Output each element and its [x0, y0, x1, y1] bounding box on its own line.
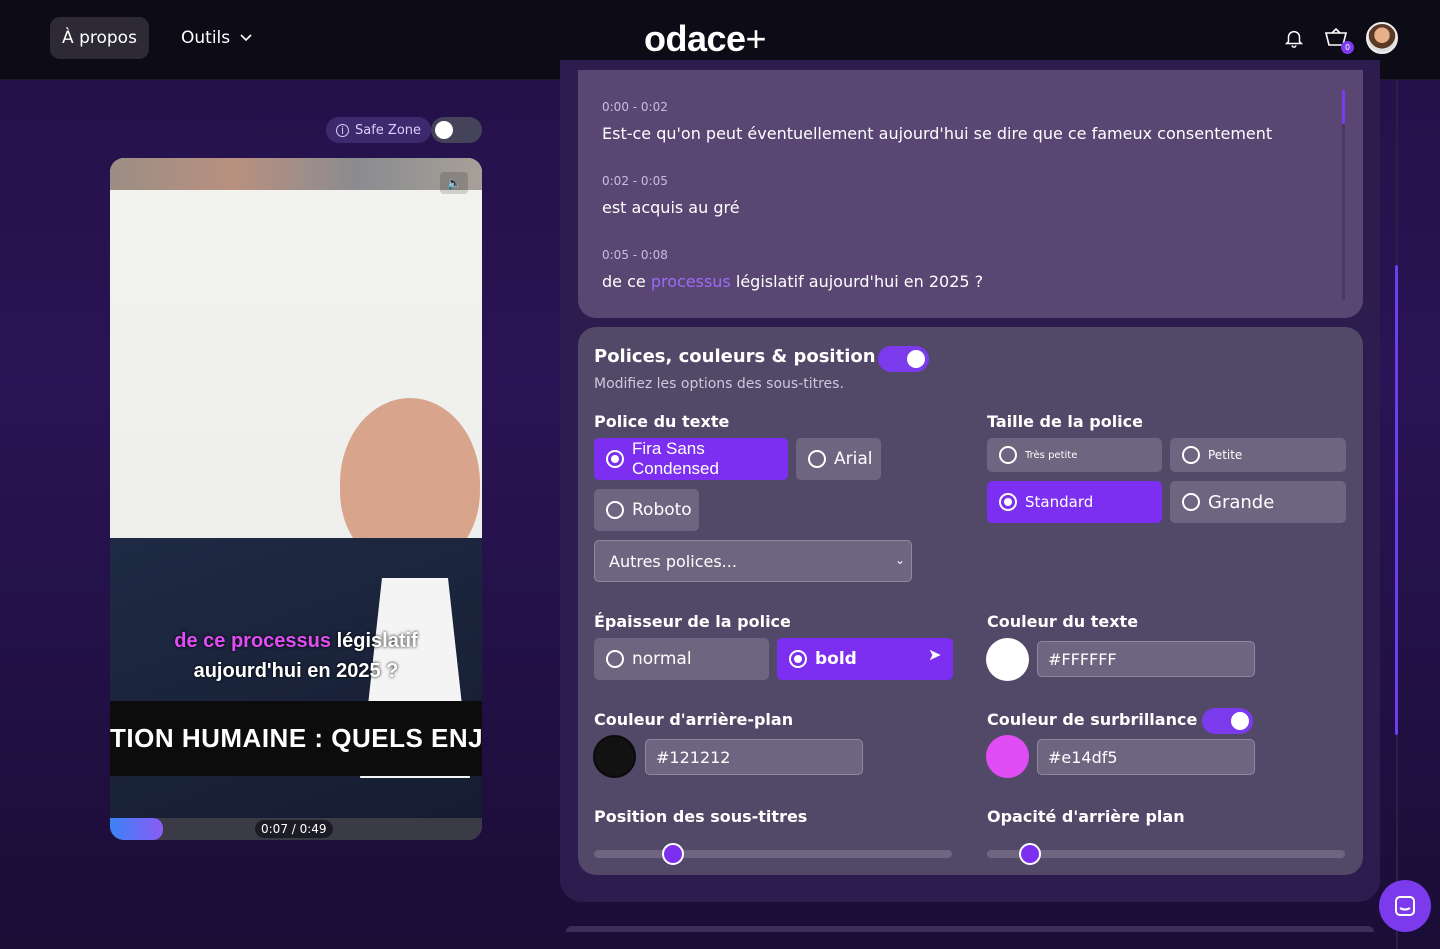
settings-subtitle: Modifiez les options des sous-titres.: [594, 376, 844, 392]
position-slider-knob[interactable]: [661, 843, 684, 865]
bg-color-swatch[interactable]: [593, 735, 636, 778]
video-preview[interactable]: 🔈 de ce processus législatif aujourd'hui…: [110, 158, 482, 840]
position-slider[interactable]: [594, 850, 952, 858]
cart-count-badge: 0: [1341, 41, 1354, 54]
chevron-down-icon: [240, 34, 252, 42]
bg-color-input[interactable]: #121212: [645, 739, 863, 775]
opacity-slider-knob[interactable]: [1018, 843, 1041, 865]
highlight-color-label: Couleur de surbrillance: [987, 710, 1198, 729]
font-label: Police du texte: [594, 412, 730, 431]
transcript-text: est acquis au gré: [602, 198, 740, 217]
highlight-color-swatch[interactable]: [986, 735, 1029, 778]
weight-option-label: normal: [632, 649, 692, 669]
weight-option-normal[interactable]: normal: [594, 638, 769, 680]
transcript-item[interactable]: 0:00 - 0:02 Est-ce qu'on peut éventuelle…: [602, 100, 1272, 143]
radio-icon: [606, 501, 624, 519]
page-scrollbar[interactable]: [1395, 80, 1398, 949]
radio-selected-icon: [606, 450, 624, 468]
size-option-label: Petite: [1208, 448, 1243, 462]
subtitle-line-2: aujourd'hui en 2025 ?: [193, 660, 399, 682]
size-option-petite[interactable]: Petite: [1170, 438, 1346, 472]
radio-selected-icon: [999, 493, 1017, 511]
font-option-roboto[interactable]: Roboto: [594, 489, 699, 531]
highlight-toggle[interactable]: [1202, 708, 1253, 734]
info-icon: i: [336, 123, 349, 137]
transcript-time: 0:02 - 0:05: [602, 174, 668, 188]
transcript-time: 0:00 - 0:02: [602, 100, 668, 114]
settings-toggle[interactable]: [878, 346, 929, 372]
transcript-text-after: législatif aujourd'hui en 2025 ?: [730, 272, 984, 291]
size-option-tres-petite[interactable]: Très petite: [987, 438, 1162, 472]
radio-icon: [808, 450, 826, 468]
opacity-label: Opacité d'arrière plan: [987, 807, 1185, 826]
other-fonts-label: Autres polices...: [609, 551, 737, 571]
mouse-cursor-icon: ➤: [928, 645, 942, 664]
size-option-label: Grande: [1208, 491, 1275, 513]
weight-option-label: bold: [815, 649, 857, 669]
text-color-swatch[interactable]: [986, 638, 1029, 681]
video-banner: TION HUMAINE : QUELS ENJEUX AU: [110, 701, 482, 776]
style-settings-card: [578, 327, 1363, 875]
safe-zone-label: Safe Zone: [355, 122, 422, 138]
font-option-label: Arial: [834, 449, 873, 469]
video-time: 0:07 / 0:49: [255, 820, 333, 838]
position-label: Position des sous-titres: [594, 807, 808, 826]
nav-tools-label: Outils: [181, 28, 231, 48]
transcript-time: 0:05 - 0:08: [602, 248, 668, 262]
transcript-scroll-thumb[interactable]: [1342, 90, 1345, 124]
page-scroll-thumb[interactable]: [1395, 265, 1398, 735]
size-option-standard[interactable]: Standard: [987, 481, 1162, 523]
subtitle-highlight: de ce processus: [174, 630, 332, 652]
safe-zone-badge: i Safe Zone: [326, 117, 432, 143]
bg-color-label: Couleur d'arrière-plan: [594, 710, 794, 729]
text-color-input[interactable]: #FFFFFF: [1037, 641, 1255, 677]
nav-about-button[interactable]: À propos: [50, 17, 149, 59]
size-option-grande[interactable]: Grande: [1170, 481, 1346, 523]
video-progress-fill: [110, 818, 164, 840]
app-logo[interactable]: odace+: [644, 18, 767, 60]
radio-icon: [1182, 446, 1200, 464]
chat-support-button[interactable]: [1379, 880, 1431, 932]
settings-title: Polices, couleurs & position: [594, 346, 876, 367]
chevron-down-icon: ⌄: [894, 553, 905, 567]
size-option-label: Très petite: [1025, 449, 1078, 461]
size-label: Taille de la police: [987, 412, 1143, 431]
transcript-item[interactable]: 0:05 - 0:08 de ce processus législatif a…: [602, 248, 983, 291]
transcript-text-before: de ce: [602, 272, 651, 291]
safe-zone-toggle[interactable]: [431, 117, 482, 143]
highlight-color-input[interactable]: #e14df5: [1037, 739, 1255, 775]
next-card-edge: [566, 926, 1374, 932]
nav-tools-menu[interactable]: Outils: [181, 17, 252, 59]
video-top-strip: [110, 158, 482, 190]
size-option-label: Standard: [1025, 493, 1094, 511]
subtitle-rest: législatif: [331, 630, 418, 652]
chat-icon: [1395, 896, 1415, 916]
subtitle-line-1: de ce processus législatif: [110, 630, 482, 653]
weight-option-bold[interactable]: bold: [777, 638, 953, 680]
font-option-label: Roboto: [632, 500, 692, 520]
user-avatar[interactable]: [1366, 22, 1398, 54]
radio-icon: [1182, 493, 1200, 511]
other-fonts-select[interactable]: Autres polices... ⌄: [594, 540, 912, 582]
weight-label: Épaisseur de la police: [594, 612, 791, 631]
radio-selected-icon: [789, 650, 807, 668]
banner-text: TION HUMAINE : QUELS ENJEUX AU: [110, 723, 482, 753]
transcript-text: Est-ce qu'on peut éventuellement aujourd…: [602, 124, 1273, 143]
bell-icon[interactable]: [1282, 26, 1306, 50]
logo-text: odace: [644, 18, 746, 59]
radio-icon: [606, 650, 624, 668]
font-option-arial[interactable]: Arial: [796, 438, 881, 480]
logo-plus: +: [745, 18, 767, 59]
speaker-volume-icon[interactable]: 🔈: [440, 172, 468, 194]
font-option-label: Fira Sans Condensed: [632, 439, 719, 478]
text-color-label: Couleur du texte: [987, 612, 1139, 631]
transcript-keyword[interactable]: processus: [651, 272, 731, 291]
cart-icon[interactable]: 0: [1324, 26, 1354, 54]
radio-icon: [999, 446, 1017, 464]
transcript-item[interactable]: 0:02 - 0:05 est acquis au gré: [602, 174, 740, 217]
font-option-fira[interactable]: Fira Sans Condensed: [594, 438, 788, 480]
transcript-scrollbar[interactable]: [1342, 90, 1345, 300]
transcript-text: de ce processus législatif aujourd'hui e…: [602, 272, 983, 291]
